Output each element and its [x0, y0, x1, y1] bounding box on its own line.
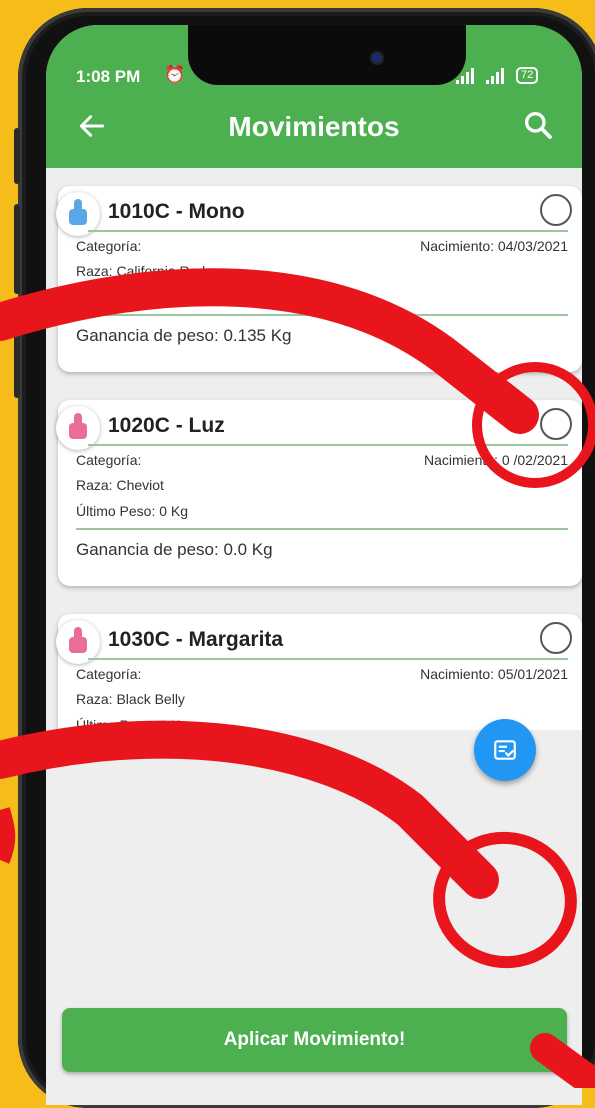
phone-screen: 1:08 PM ⏰ 72 Movimientos 1010C - Mono Cat…: [46, 25, 582, 1105]
apply-movement-button[interactable]: Aplicar Movimiento!: [62, 1008, 567, 1072]
divider: [88, 444, 568, 446]
ultimo-peso-label: Último Peso: 0 Kg: [76, 503, 189, 519]
animal-name: 1010C - Mono: [108, 200, 245, 223]
divider: [88, 230, 568, 232]
search-icon[interactable]: [522, 109, 554, 141]
thumb-up-icon: [69, 413, 87, 439]
animal-card[interactable]: 1020C - Luz Categoría: Nacimiento: 0 /02/2…: [56, 400, 582, 586]
animal-name: 1020C - Luz: [108, 414, 225, 437]
alarm-icon: ⏰: [164, 65, 186, 84]
status-time: 1:08 PM: [76, 67, 141, 86]
divider: [88, 658, 568, 660]
side-button-3: [14, 308, 20, 398]
animal-name: 1030C - Margarita: [108, 628, 284, 651]
categoria-label: Categoría:: [76, 238, 142, 254]
select-radio[interactable]: [540, 408, 572, 440]
select-radio[interactable]: [540, 622, 572, 654]
camera-icon: [372, 53, 382, 63]
categoria-label: Categoría:: [76, 452, 142, 468]
nacimiento-label: Nacimiento: 04/03/2021: [420, 238, 568, 254]
raza-label: Raza: California Red: [76, 263, 206, 279]
fab-checklist-button[interactable]: [474, 719, 536, 781]
ganancia-label: Ganancia de peso: 0.135 Kg: [76, 326, 292, 345]
camera-notch: [188, 25, 466, 85]
ultimo-peso-label: Últi: [76, 289, 97, 305]
thumb-up-icon: [69, 627, 87, 653]
categoria-label: Categoría:: [76, 666, 142, 682]
side-button-2: [14, 204, 20, 294]
nacimiento-label: Nacimiento: 05/01/2021: [420, 666, 568, 682]
side-button-1: [14, 128, 20, 184]
checklist-icon: [494, 740, 516, 760]
raza-label: Raza: Black Belly: [76, 691, 185, 707]
animal-card[interactable]: 1010C - Mono Categoría: Nacimiento: 04/03/…: [56, 186, 582, 372]
animal-card[interactable]: 1030C - Margarita Categoría: Nacimiento: 0…: [56, 614, 582, 730]
status-icons: 72: [456, 67, 539, 84]
ultimo-peso-label: Último Peso: 0 Kg: [76, 717, 189, 730]
divider: [76, 528, 568, 530]
page-title: Movimientos: [228, 111, 400, 142]
annotation-stroke-3: [0, 807, 16, 864]
raza-label: Raza: Cheviot: [76, 477, 164, 493]
select-radio[interactable]: [540, 194, 572, 226]
app-bar: 1:08 PM ⏰ 72 Movimientos: [46, 25, 582, 168]
nacimiento-label: Nacimiento: 0 /02/2021: [424, 452, 568, 468]
animal-list: 1010C - Mono Categoría: Nacimiento: 04/03/…: [46, 168, 582, 730]
battery-icon: 72: [516, 67, 539, 84]
ganancia-label: Ganancia de peso: 0.0 Kg: [76, 540, 273, 559]
thumb-up-icon: [69, 199, 87, 225]
signal-icon-2: [486, 67, 504, 84]
divider: [76, 314, 568, 316]
